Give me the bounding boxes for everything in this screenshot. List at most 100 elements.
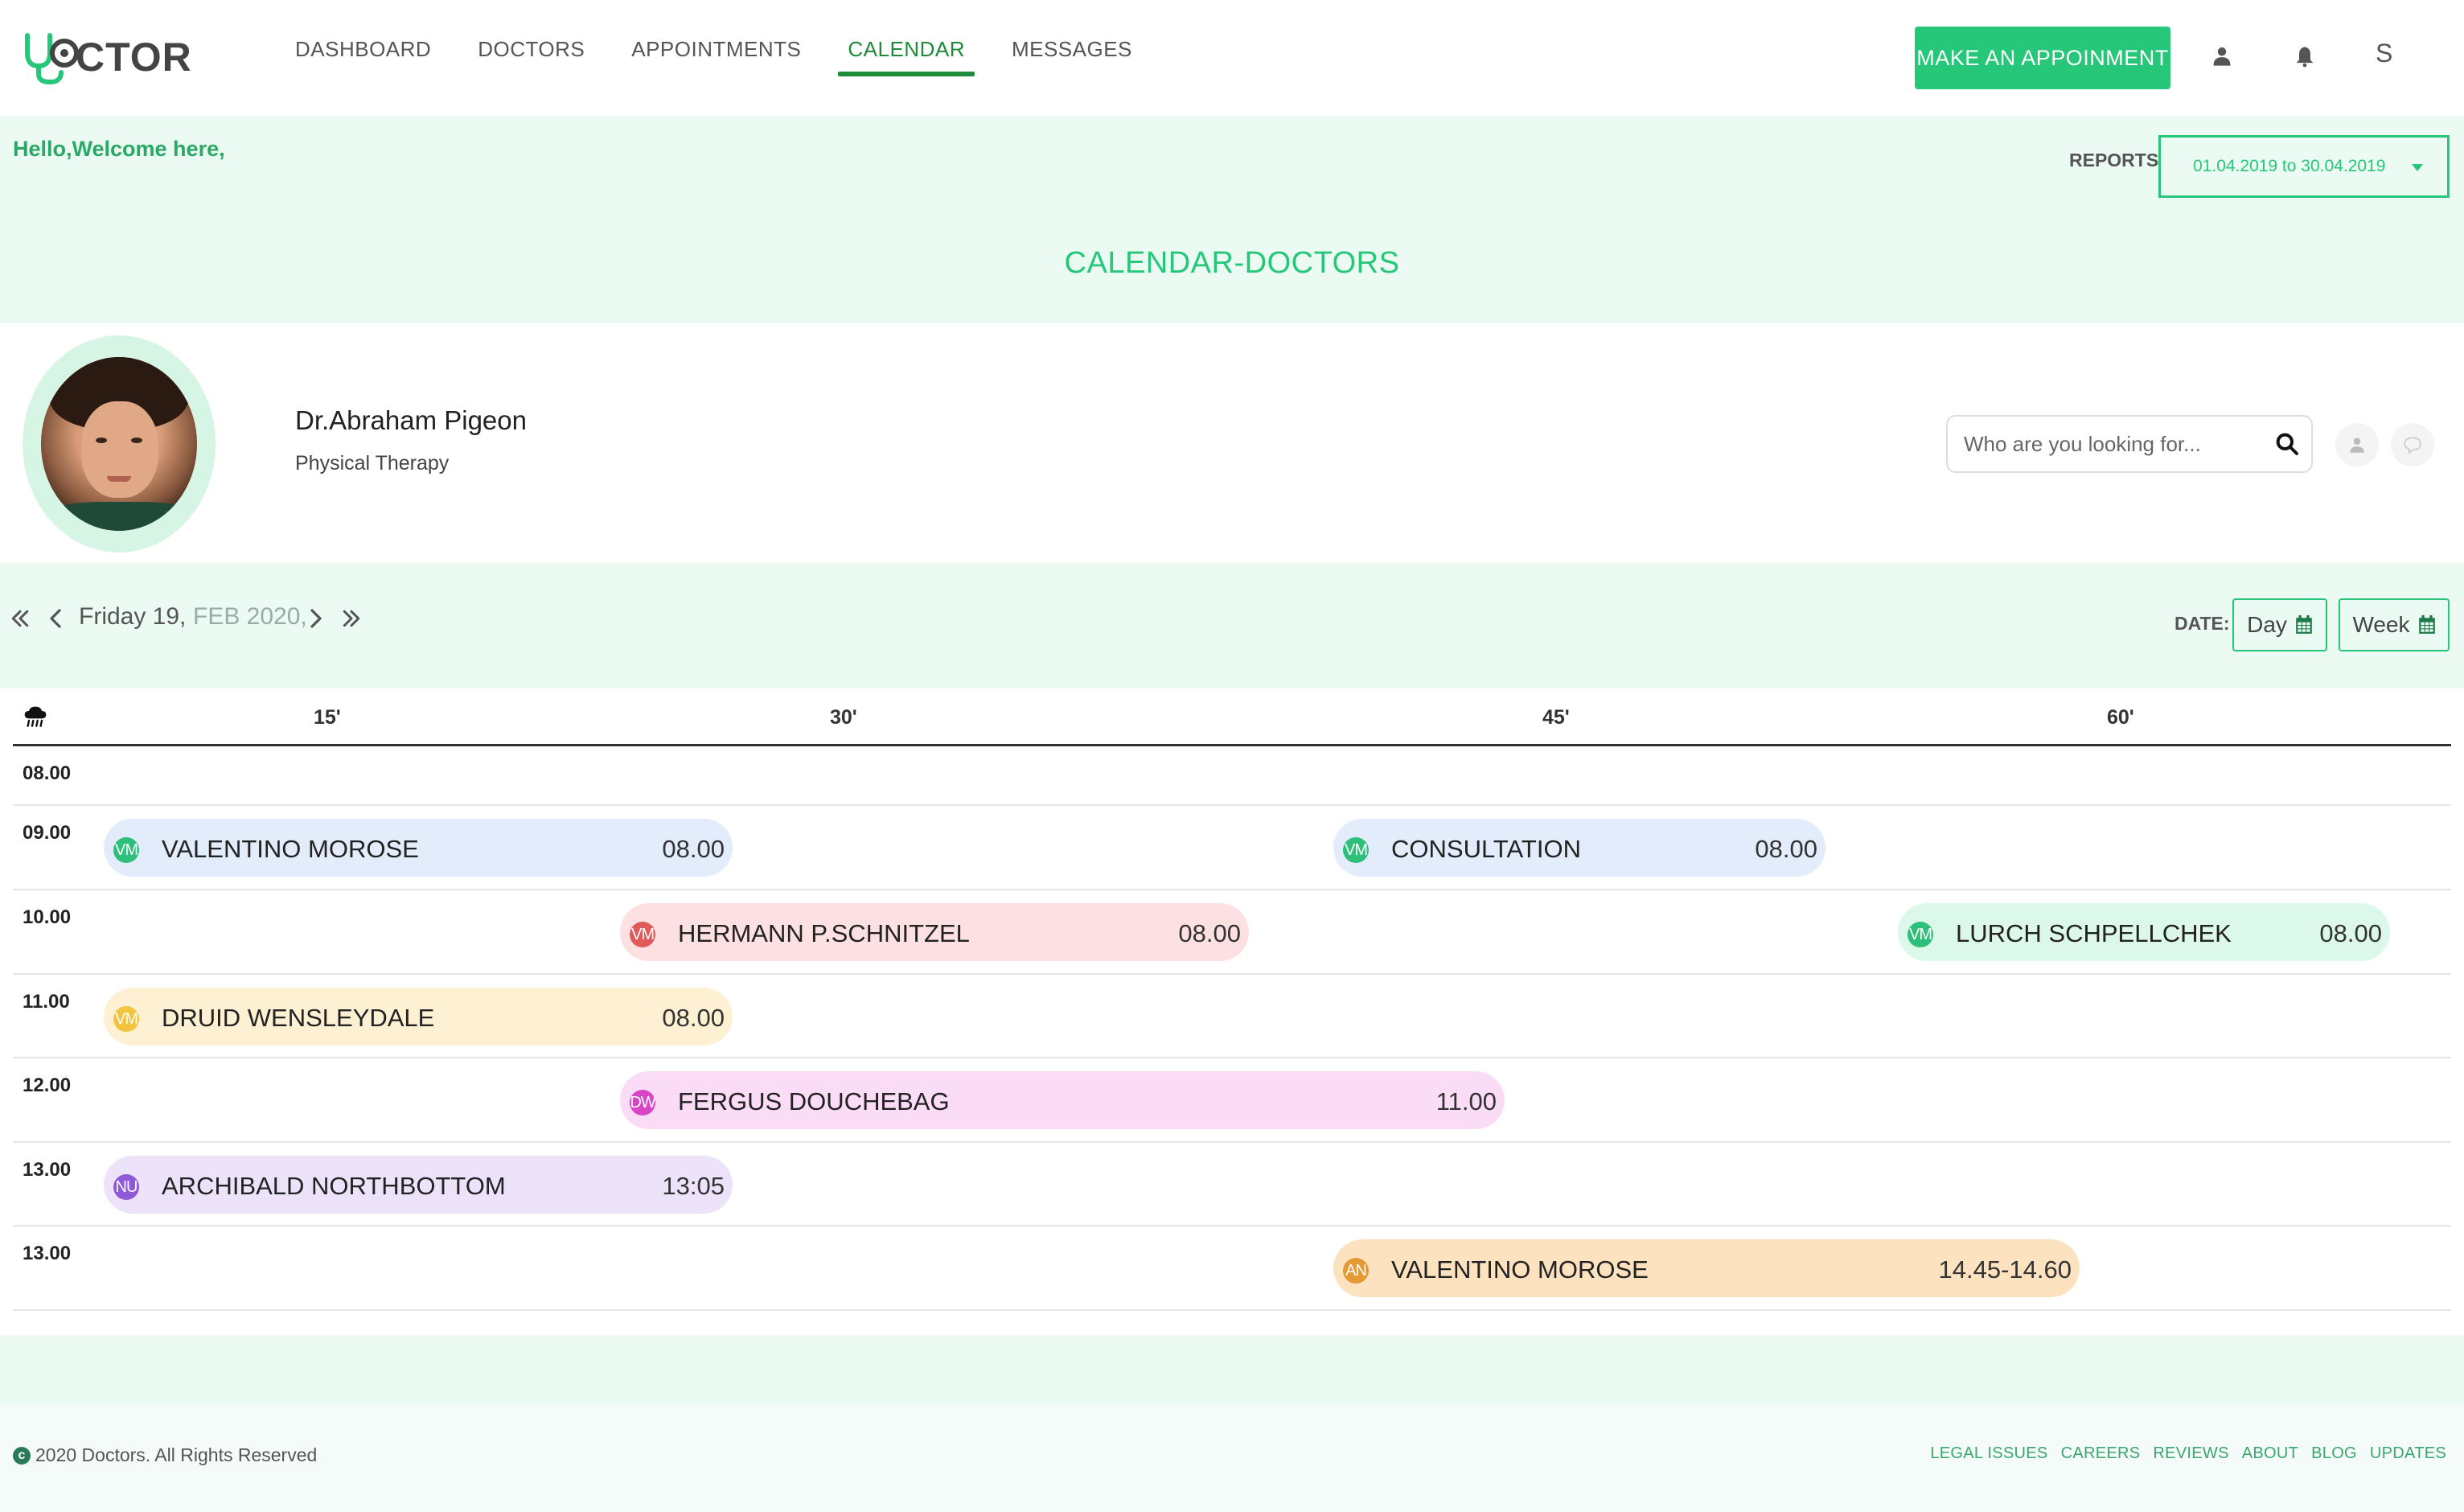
last-page-icon[interactable]: [338, 598, 365, 639]
appointment-consultation[interactable]: VM CONSULTATION 08.00: [1333, 819, 1825, 877]
appointment-time: 08.00: [2319, 919, 2382, 947]
appointment-time: 08.00: [662, 835, 725, 863]
date-label: DATE:: [2174, 613, 2230, 634]
appointment-hermann-schnitzel[interactable]: VM HERMANN P.SCHNITZEL 08.00: [620, 903, 1249, 961]
row-time-label: 11.00: [23, 991, 70, 1013]
appointment-time: 13:05: [662, 1172, 725, 1200]
nav-dashboard[interactable]: DASHBOARD: [285, 29, 441, 76]
doctor-name: Dr.Abraham Pigeon: [295, 405, 527, 435]
welcome-band: Hello,Welcome here, REPORTS: 01.04.2019 …: [0, 116, 2464, 323]
top-header: CTOR DASHBOARD DOCTORS APPOINTMENTS CALE…: [0, 0, 2464, 116]
bell-icon[interactable]: [2289, 40, 2321, 72]
reports-range-select[interactable]: 01.04.2019 to 30.04.2019: [2158, 135, 2450, 198]
reports-label: REPORTS:: [2069, 150, 2165, 171]
footer-link-about[interactable]: ABOUT: [2242, 1444, 2298, 1463]
time-row: 08.00: [13, 746, 2451, 806]
time-row: 13.00 AN VALENTINO MOROSE 14.45-14.60: [13, 1226, 2451, 1311]
column-30: 30': [830, 706, 857, 729]
week-view-button[interactable]: Week: [2339, 598, 2450, 651]
welcome-text: Hello,Welcome here,: [13, 137, 225, 161]
column-45: 45': [1542, 706, 1570, 729]
row-time-label: 10.00: [23, 906, 72, 928]
bottom-band: [0, 1335, 2464, 1404]
stethoscope-logo-icon: [25, 33, 79, 85]
appointment-valentino-morose[interactable]: VM VALENTINO MOROSE 08.00: [104, 819, 733, 877]
user-initial[interactable]: S: [2376, 39, 2392, 68]
appointment-name: FERGUS DOUCHEBAG: [678, 1087, 950, 1116]
copyright-icon: c: [13, 1446, 31, 1465]
prev-day-icon[interactable]: [42, 598, 69, 639]
calendar-icon: [2418, 615, 2435, 634]
copyright-text: 2020 Doctors. All Rights Reserved: [35, 1444, 318, 1465]
appointment-badge: VM: [113, 1006, 139, 1032]
cloud-rain-icon: [24, 706, 47, 727]
appointment-badge: NU: [113, 1174, 139, 1200]
nav-doctors[interactable]: DOCTORS: [468, 29, 594, 76]
first-page-icon[interactable]: [6, 598, 34, 639]
footer-link-blog[interactable]: BLOG: [2311, 1444, 2357, 1463]
copyright: c 2020 Doctors. All Rights Reserved: [13, 1444, 317, 1466]
calendar-header: 15' 30' 45' 60': [13, 688, 2451, 746]
appointment-badge: VM: [1343, 837, 1369, 863]
row-time-label: 12.00: [23, 1074, 72, 1096]
column-60: 60': [2107, 706, 2134, 729]
appointment-time: 08.00: [662, 1004, 725, 1032]
appointment-badge: DW: [630, 1090, 656, 1116]
footer-link-reviews[interactable]: REVIEWS: [2153, 1444, 2228, 1463]
time-row: 12.00 DW FERGUS DOUCHEBAG 11.00: [13, 1058, 2451, 1143]
message-button[interactable]: [2391, 423, 2434, 466]
user-icon: [2350, 438, 2364, 453]
appointment-druid-wensleydale[interactable]: VM DRUID WENSLEYDALE 08.00: [104, 988, 733, 1046]
footer-link-careers[interactable]: CAREERS: [2061, 1444, 2141, 1463]
day-view-button[interactable]: Day: [2232, 598, 2327, 651]
row-time-label: 08.00: [23, 762, 72, 784]
footer-link-legal[interactable]: LEGAL ISSUES: [1930, 1444, 2047, 1463]
reports-range-value: 01.04.2019 to 30.04.2019: [2193, 157, 2386, 175]
logo-text: CTOR: [76, 35, 192, 80]
appointment-time: 11.00: [1435, 1087, 1497, 1116]
appointment-fergus-douchebag[interactable]: DW FERGUS DOUCHEBAG 11.00: [620, 1071, 1505, 1129]
appointment-name: VALENTINO MOROSE: [162, 835, 419, 863]
appointment-time: 14.45-14.60: [1938, 1255, 2072, 1284]
appointment-name: ARCHIBALD NORTHBOTTOM: [162, 1172, 506, 1200]
current-day: Friday 19,: [79, 603, 187, 630]
chat-bubble-icon: [2404, 437, 2421, 454]
column-15: 15': [314, 706, 341, 729]
doctor-specialty: Physical Therapy: [295, 452, 450, 475]
appointment-name: LURCH SCHPELLCHEK: [1956, 919, 2232, 947]
page-title: CALENDAR-DOCTORS: [1064, 246, 1400, 280]
appointment-badge: VM: [113, 837, 139, 863]
avatar-ring: [23, 335, 216, 553]
time-row: 09.00 VM VALENTINO MOROSE 08.00 VM CONSU…: [13, 806, 2451, 890]
date-nav-band: Friday 19, FEB 2020, DATE: Day Week: [0, 563, 2464, 688]
next-day-icon[interactable]: [302, 598, 330, 639]
appointment-name: VALENTINO MOROSE: [1391, 1255, 1649, 1284]
row-time-label: 13.00: [23, 1243, 72, 1264]
row-time-label: 13.00: [23, 1159, 72, 1181]
appointment-name: HERMANN P.SCHNITZEL: [678, 919, 970, 947]
main-nav: DASHBOARD DOCTORS APPOINTMENTS CALENDAR …: [285, 29, 1169, 76]
appointment-time: 08.00: [1755, 835, 1817, 863]
nav-calendar[interactable]: CALENDAR: [838, 29, 975, 76]
search-icon[interactable]: [2274, 431, 2300, 457]
nav-appointments[interactable]: APPOINTMENTS: [622, 29, 811, 76]
appointment-archibald-northbottom[interactable]: NU ARCHIBALD NORTHBOTTOM 13:05: [104, 1156, 733, 1214]
user-icon[interactable]: [2206, 40, 2238, 72]
footer-link-updates[interactable]: UPDATES: [2370, 1444, 2446, 1463]
chevron-down-icon: [2412, 164, 2423, 171]
calendar-grid: 15' 30' 45' 60' 08.00 09.00 VM VALENTINO…: [13, 688, 2451, 1332]
appointment-valentino-morose-late[interactable]: AN VALENTINO MOROSE 14.45-14.60: [1333, 1239, 2080, 1297]
make-appointment-button[interactable]: MAKE AN APPOINMENT: [1915, 27, 2170, 89]
doctor-avatar[interactable]: [41, 357, 197, 531]
profile-button[interactable]: [2335, 423, 2379, 466]
week-view-label: Week: [2352, 612, 2410, 637]
search-input[interactable]: [1948, 417, 2261, 471]
footer: c 2020 Doctors. All Rights Reserved LEGA…: [0, 1404, 2464, 1512]
doctor-logo[interactable]: CTOR: [23, 29, 192, 85]
row-time-label: 09.00: [23, 822, 72, 844]
day-view-label: Day: [2247, 612, 2287, 637]
appointment-name: CONSULTATION: [1391, 835, 1581, 863]
nav-messages[interactable]: MESSAGES: [1002, 29, 1142, 76]
appointment-badge: VM: [1908, 922, 1933, 947]
appointment-lurch-schpellchek[interactable]: VM LURCH SCHPELLCHEK 08.00: [1898, 903, 2390, 961]
